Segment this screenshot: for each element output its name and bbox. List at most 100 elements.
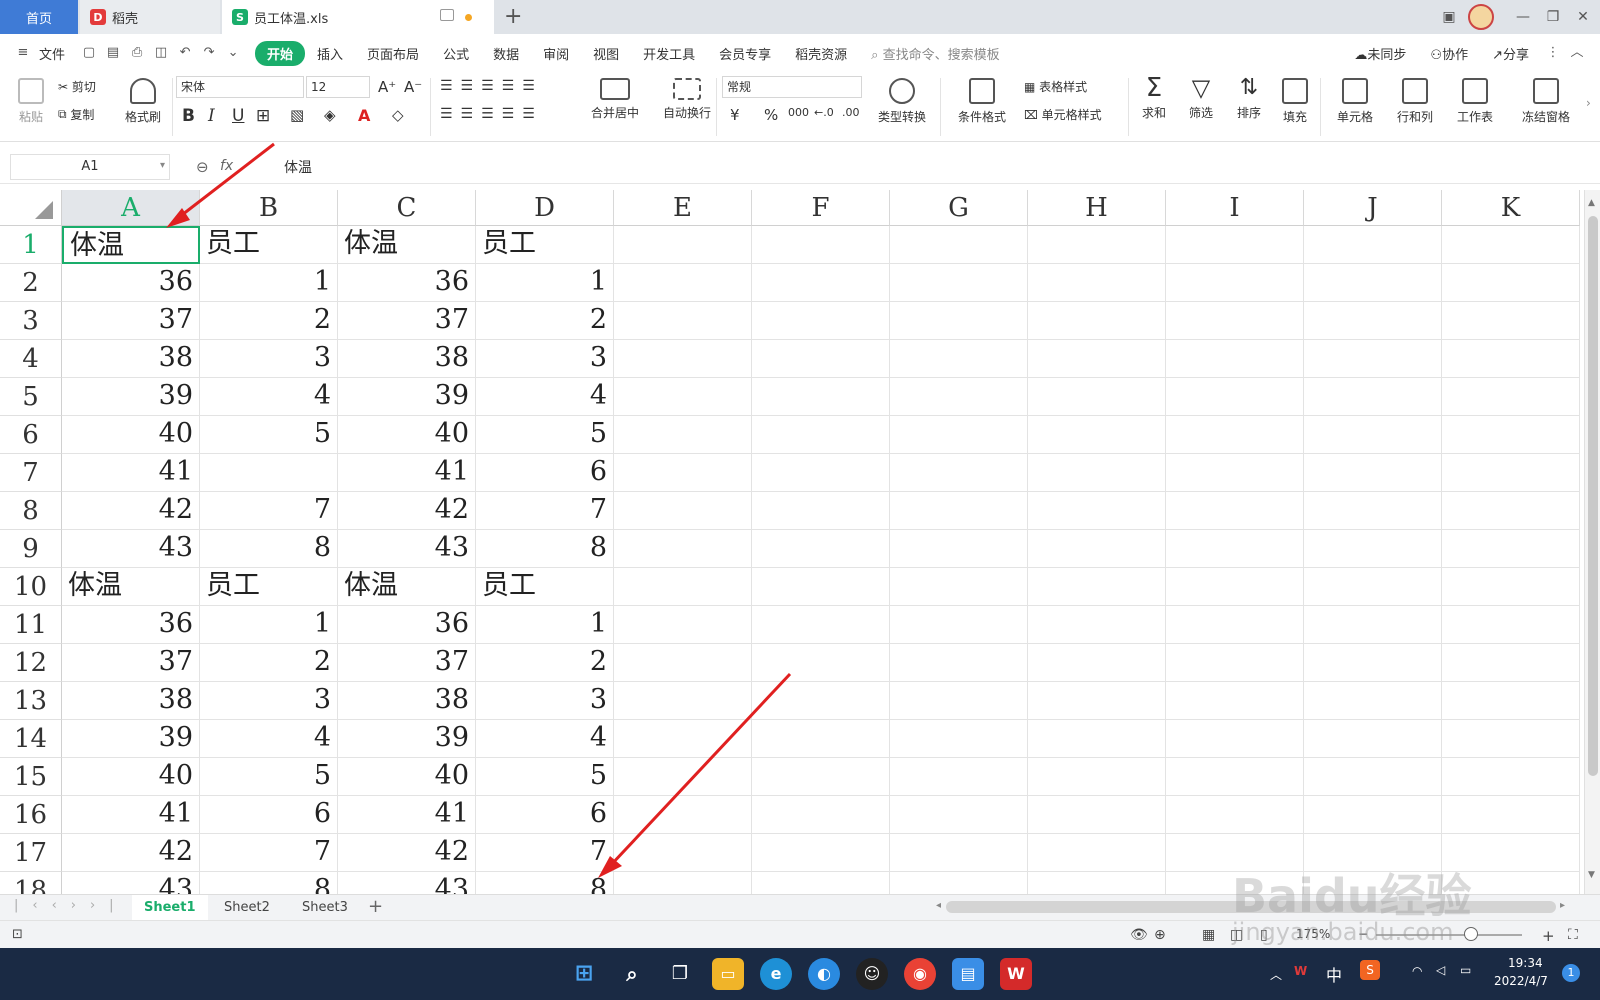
table-cell[interactable] [1166, 796, 1304, 834]
row-header[interactable]: 15 [0, 758, 62, 796]
table-cell[interactable] [1028, 264, 1166, 302]
print-icon[interactable]: ⎙ [128, 44, 146, 62]
scroll-up-icon[interactable]: ▲ [1588, 198, 1595, 208]
table-cell[interactable] [1028, 340, 1166, 378]
table-cell[interactable]: 40 [338, 758, 476, 796]
add-sheet-button[interactable]: + [368, 896, 383, 917]
table-cell[interactable] [1304, 758, 1442, 796]
table-cell[interactable] [752, 796, 890, 834]
table-cell[interactable] [890, 416, 1028, 454]
ie-browser-icon[interactable]: e [760, 958, 792, 990]
table-cell[interactable]: 1 [200, 264, 338, 302]
table-cell[interactable]: 41 [338, 796, 476, 834]
ribbon-scroll-right-icon[interactable]: › [1586, 96, 1591, 110]
table-cell[interactable]: 3 [200, 682, 338, 720]
row-header[interactable]: 14 [0, 720, 62, 758]
customize-dropdown-icon[interactable]: ⌄ [224, 44, 242, 62]
row-header[interactable]: 9 [0, 530, 62, 568]
currency-button[interactable]: ¥ [730, 106, 740, 124]
table-cell[interactable]: 8 [476, 530, 614, 568]
table-cell[interactable] [752, 834, 890, 872]
tray-expand-icon[interactable]: ︿ [1270, 966, 1282, 983]
row-header[interactable]: 5 [0, 378, 62, 416]
table-cell[interactable]: 4 [476, 720, 614, 758]
sheet-nav-icons[interactable]: |‹‹››| [14, 898, 128, 913]
table-cell[interactable] [890, 454, 1028, 492]
table-cell[interactable]: 8 [476, 872, 614, 894]
table-cell[interactable] [614, 834, 752, 872]
table-cell[interactable] [890, 492, 1028, 530]
table-cell[interactable] [200, 454, 338, 492]
table-cell[interactable]: 6 [200, 796, 338, 834]
table-cell[interactable] [1304, 606, 1442, 644]
table-cell[interactable]: 员工 [200, 568, 338, 606]
table-cell[interactable] [1028, 758, 1166, 796]
row-header[interactable]: 8 [0, 492, 62, 530]
start-icon[interactable]: ⊞ [568, 958, 600, 990]
sync-button[interactable]: ☁未同步 [1342, 44, 1418, 63]
clock-date[interactable]: 2022/4/7 [1494, 974, 1548, 988]
table-cell[interactable] [1442, 340, 1580, 378]
window-layout-icon[interactable]: ▣ [1440, 8, 1458, 26]
table-cell[interactable] [890, 340, 1028, 378]
zoom-in-icon[interactable]: + [1542, 927, 1555, 945]
thousands-separator-button[interactable]: 000 [788, 106, 809, 119]
table-cell[interactable]: 42 [338, 834, 476, 872]
table-cell[interactable] [1166, 226, 1304, 264]
table-cell[interactable] [890, 682, 1028, 720]
zoom-slider-handle[interactable] [1464, 927, 1478, 941]
table-cell[interactable] [614, 644, 752, 682]
vertical-scrollbar[interactable]: ▲ ▼ [1584, 190, 1600, 894]
table-cell[interactable]: 39 [338, 378, 476, 416]
decrease-decimal-icon[interactable]: ←.0 [814, 106, 834, 119]
table-cell[interactable]: 40 [62, 416, 200, 454]
fx-icon[interactable]: fx [220, 158, 233, 174]
restore-icon[interactable]: ❐ [1544, 8, 1562, 26]
table-cell[interactable]: 4 [200, 720, 338, 758]
table-cell[interactable] [1442, 568, 1580, 606]
window-icon[interactable] [440, 9, 454, 21]
scroll-down-icon[interactable]: ▼ [1588, 870, 1595, 880]
table-cell[interactable] [614, 530, 752, 568]
table-cell[interactable]: 38 [62, 340, 200, 378]
bold-button[interactable]: B [182, 106, 195, 126]
table-cell[interactable]: 38 [338, 682, 476, 720]
table-cell[interactable] [752, 340, 890, 378]
table-cell[interactable]: 37 [62, 302, 200, 340]
table-cell[interactable]: 39 [338, 720, 476, 758]
table-cell[interactable]: 43 [62, 872, 200, 894]
cell-style-button[interactable]: ⌧ 单元格样式 [1024, 106, 1102, 123]
table-cell[interactable]: 体温 [338, 226, 476, 264]
minimize-icon[interactable]: — [1514, 8, 1532, 26]
table-cell[interactable] [890, 720, 1028, 758]
clock-time[interactable]: 19:34 [1508, 956, 1543, 970]
collapse-ribbon-icon[interactable]: ︿ [1568, 44, 1586, 62]
table-cell[interactable] [890, 758, 1028, 796]
table-cell[interactable] [1028, 872, 1166, 894]
font-color-icon[interactable]: A [358, 106, 370, 125]
table-cell[interactable]: 4 [200, 378, 338, 416]
new-tab-button[interactable]: + [504, 4, 522, 29]
table-cell[interactable] [752, 872, 890, 894]
fill-button[interactable]: 填充 [1270, 72, 1320, 125]
percent-button[interactable]: % [764, 106, 778, 124]
table-cell[interactable]: 36 [338, 264, 476, 302]
table-cell[interactable]: 员工 [476, 568, 614, 606]
row-header[interactable]: 7 [0, 454, 62, 492]
table-cell[interactable] [1028, 796, 1166, 834]
table-cell[interactable]: 5 [476, 416, 614, 454]
paste-button[interactable]: 粘贴 [0, 72, 62, 125]
spreadsheet-grid[interactable]: A B C D E F G H I J K 1 体温 员工 体温 员工 2 36 1 36 1 3 37 2 37 2 4 38 3 38… [0, 190, 1584, 894]
column-header[interactable]: J [1304, 190, 1442, 226]
filter-button[interactable]: ▽ 筛选 [1176, 72, 1226, 121]
table-cell[interactable]: 体温 [62, 226, 200, 264]
formula-input[interactable]: 体温 [284, 157, 312, 177]
table-cell[interactable] [614, 568, 752, 606]
table-cell[interactable] [1166, 302, 1304, 340]
table-cell[interactable]: 员工 [476, 226, 614, 264]
table-cell[interactable]: 38 [62, 682, 200, 720]
table-cell[interactable] [1166, 720, 1304, 758]
table-cell[interactable] [1166, 492, 1304, 530]
fill-color-icon[interactable]: ◈ [324, 106, 336, 124]
table-cell[interactable]: 1 [200, 606, 338, 644]
